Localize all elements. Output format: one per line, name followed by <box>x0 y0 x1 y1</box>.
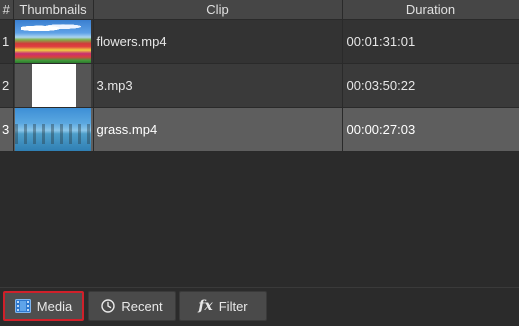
row-number: 1 <box>0 19 14 64</box>
table-row[interactable]: 1 flowers.mp4 00:01:31:01 <box>0 19 519 64</box>
column-header-duration[interactable]: Duration <box>342 0 519 20</box>
thumbnail-cell <box>13 19 94 64</box>
playlist-empty-area[interactable] <box>0 156 519 286</box>
playlist-tab-bar: Media Recent fx Filter <box>0 287 519 326</box>
table-header-row: # Thumbnails Clip Duration <box>0 0 519 20</box>
tab-recent[interactable]: Recent <box>88 291 176 321</box>
column-header-clip[interactable]: Clip <box>93 0 343 20</box>
thumbnail-cell <box>13 107 94 152</box>
clip-duration: 00:00:27:03 <box>342 107 519 152</box>
film-icon <box>14 299 31 313</box>
table-row[interactable]: 2 3.mp3 00:03:50:22 <box>0 63 519 108</box>
playlist-table: # Thumbnails Clip Duration 1 flowers.mp4… <box>0 0 519 152</box>
tab-media-label: Media <box>36 298 73 314</box>
column-header-number[interactable]: # <box>0 0 14 20</box>
table-row-selected[interactable]: 3 grass.mp4 00:00:27:03 <box>0 107 519 152</box>
audio-file-thumbnail <box>15 64 91 107</box>
row-number: 2 <box>0 63 14 108</box>
fx-icon: fx <box>198 298 213 314</box>
tab-recent-label: Recent <box>121 298 163 314</box>
thumbnail-cell <box>13 63 94 108</box>
clip-name: flowers.mp4 <box>93 19 343 64</box>
clip-duration: 00:03:50:22 <box>342 63 519 108</box>
clip-name: grass.mp4 <box>93 107 343 152</box>
playlist-panel: # Thumbnails Clip Duration 1 flowers.mp4… <box>0 0 519 326</box>
column-header-thumbnails[interactable]: Thumbnails <box>13 0 94 20</box>
tab-media[interactable]: Media <box>3 291 84 321</box>
grass-video-thumbnail <box>15 108 91 151</box>
row-number: 3 <box>0 107 14 152</box>
tab-filter[interactable]: fx Filter <box>179 291 267 321</box>
clip-duration: 00:01:31:01 <box>342 19 519 64</box>
tab-filter-label: Filter <box>218 298 248 314</box>
flowers-video-thumbnail <box>15 20 91 63</box>
clip-name: 3.mp3 <box>93 63 343 108</box>
clock-icon <box>101 299 116 313</box>
